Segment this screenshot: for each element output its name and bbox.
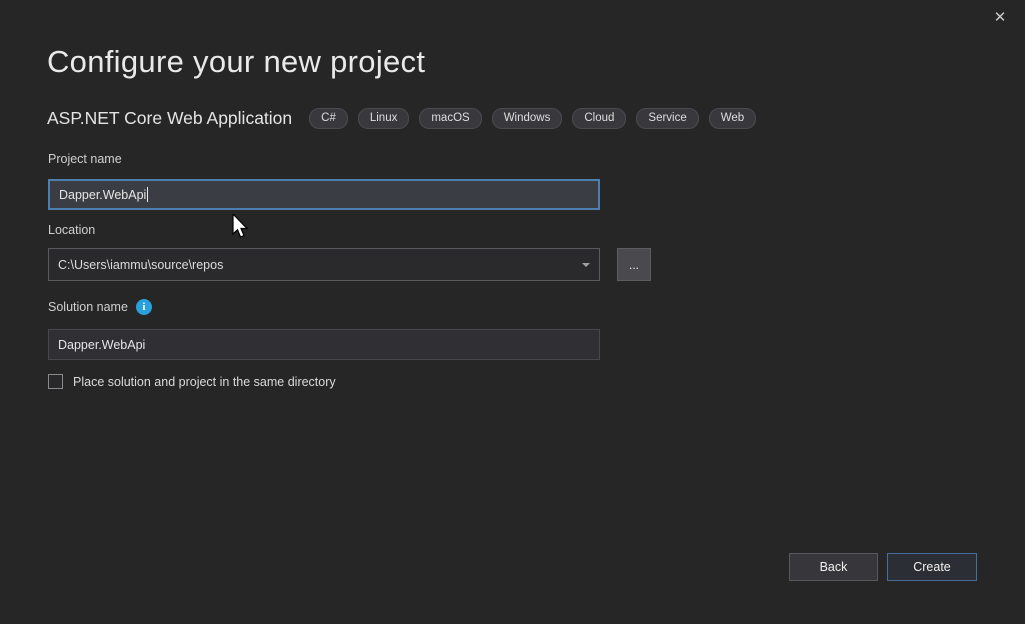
template-tag: Web [709, 108, 756, 129]
browse-button[interactable]: ... [617, 248, 651, 281]
template-tag: C# [309, 108, 348, 129]
solution-name-label-row: Solution name i [48, 299, 152, 315]
solution-name-input[interactable]: Dapper.WebApi [48, 329, 600, 360]
footer-buttons: Back Create [789, 553, 977, 581]
project-name-value: Dapper.WebApi [59, 188, 146, 202]
location-label: Location [48, 223, 95, 237]
location-value: C:\Users\iammu\source\repos [58, 258, 223, 272]
mouse-cursor-icon [232, 214, 250, 240]
project-name-label: Project name [48, 152, 122, 166]
template-tag: Cloud [572, 108, 626, 129]
same-directory-checkbox[interactable] [48, 374, 63, 389]
same-directory-row: Place solution and project in the same d… [48, 374, 336, 389]
template-info-row: ASP.NET Core Web Application C# Linux macO… [47, 108, 756, 129]
solution-name-label: Solution name [48, 300, 128, 314]
text-caret [147, 187, 148, 202]
template-tag: macOS [419, 108, 481, 129]
create-button[interactable]: Create [887, 553, 977, 581]
same-directory-label: Place solution and project in the same d… [73, 375, 336, 389]
configure-project-dialog: ✕ Configure your new project ASP.NET Cor… [0, 0, 1025, 624]
page-title: Configure your new project [47, 44, 425, 80]
chevron-down-icon [582, 263, 590, 267]
project-name-input[interactable]: Dapper.WebApi [48, 179, 600, 210]
template-tag: Linux [358, 108, 410, 129]
template-tag: Windows [492, 108, 563, 129]
template-name: ASP.NET Core Web Application [47, 108, 292, 129]
back-button[interactable]: Back [789, 553, 878, 581]
template-tag-list: C# Linux macOS Windows Cloud Service Web [309, 108, 756, 129]
solution-name-value: Dapper.WebApi [58, 338, 145, 352]
template-tag: Service [636, 108, 698, 129]
info-icon[interactable]: i [136, 299, 152, 315]
location-combobox[interactable]: C:\Users\iammu\source\repos [48, 248, 600, 281]
close-icon[interactable]: ✕ [989, 6, 1011, 28]
